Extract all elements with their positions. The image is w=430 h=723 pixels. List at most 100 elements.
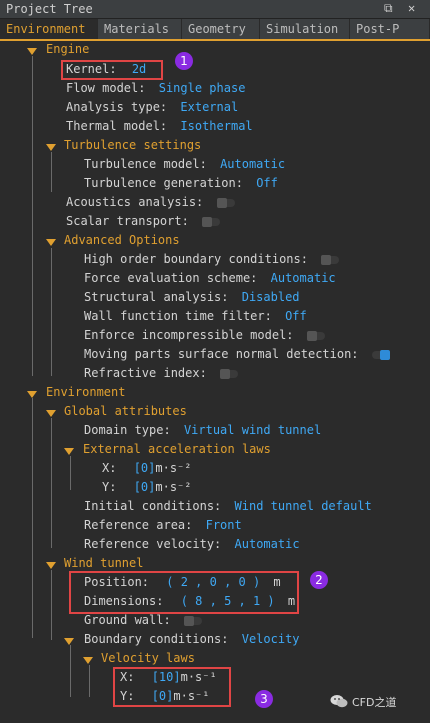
ext-acc-x-unit: m·s⁻² — [155, 461, 192, 475]
turbulence-model-label: Turbulence model: — [84, 157, 207, 171]
moving-parts-label: Moving parts surface normal detection: — [84, 347, 359, 361]
ground-wall-toggle[interactable] — [183, 615, 202, 626]
refractive-toggle[interactable] — [220, 368, 239, 379]
ext-acc-expand-icon[interactable] — [64, 448, 74, 455]
ext-acc-x-label: X: — [102, 461, 117, 475]
tab-materials[interactable]: Materials — [98, 19, 182, 39]
reference-area-row[interactable]: Reference area: Front — [84, 516, 242, 535]
turbulence-generation-label: Turbulence generation: — [84, 176, 243, 190]
turbulence-generation-value[interactable]: Off — [256, 176, 278, 190]
global-attributes-expand-icon[interactable] — [46, 410, 56, 417]
ext-acc-y-label: Y: — [102, 480, 117, 494]
force-eval-label: Force evaluation scheme: — [84, 271, 258, 285]
ext-acc-y-row[interactable]: Y: [0]m·s⁻² — [102, 478, 192, 497]
ext-acc-y-unit: m·s⁻² — [155, 480, 192, 494]
hobc-toggle[interactable] — [321, 254, 340, 265]
velocity-laws-header[interactable]: Velocity laws — [101, 649, 195, 668]
annotation-badge-1: 1 — [175, 52, 193, 70]
domain-type-label: Domain type: — [84, 423, 171, 437]
turbulence-expand-icon[interactable] — [46, 144, 56, 151]
structural-row[interactable]: Structural analysis: Disabled — [84, 288, 300, 307]
domain-type-row[interactable]: Domain type: Virtual wind tunnel — [84, 421, 321, 440]
thermal-model-row[interactable]: Thermal model: Isothermal — [66, 117, 253, 136]
wind-tunnel-expand-icon[interactable] — [46, 562, 56, 569]
flow-model-value[interactable]: Single phase — [159, 81, 246, 95]
thermal-model-value[interactable]: Isothermal — [180, 119, 252, 133]
panel-title: Project Tree — [6, 2, 93, 16]
ext-acc-header[interactable]: External acceleration laws — [83, 440, 271, 459]
boundary-conditions-row[interactable]: Boundary conditions: Velocity — [84, 630, 300, 649]
tab-geometry[interactable]: Geometry — [182, 19, 260, 39]
turbulence-generation-row[interactable]: Turbulence generation: Off — [84, 174, 278, 193]
acoustics-row: Acoustics analysis: — [66, 193, 235, 212]
boundary-conditions-label: Boundary conditions: — [84, 632, 229, 646]
global-attributes-header[interactable]: Global attributes — [64, 402, 187, 421]
hobc-label: High order boundary conditions: — [84, 252, 308, 266]
engine-expand-icon[interactable] — [27, 48, 37, 55]
thermal-model-label: Thermal model: — [66, 119, 168, 133]
turbulence-model-row[interactable]: Turbulence model: Automatic — [84, 155, 285, 174]
hobc-row: High order boundary conditions: — [84, 250, 340, 269]
highlight-box-1 — [61, 60, 163, 80]
initial-conditions-row[interactable]: Initial conditions: Wind tunnel default — [84, 497, 372, 516]
boundary-expand-icon[interactable] — [64, 638, 74, 645]
tab-environment[interactable]: Environment — [0, 19, 98, 39]
refractive-row: Refractive index: — [84, 364, 239, 383]
environment-expand-icon[interactable] — [27, 391, 37, 398]
restore-icon[interactable]: ⧉ — [384, 1, 393, 16]
analysis-type-label: Analysis type: — [66, 100, 168, 114]
wall-filter-label: Wall function time filter: — [84, 309, 272, 323]
scalar-transport-row: Scalar transport: — [66, 212, 221, 231]
advanced-expand-icon[interactable] — [46, 239, 56, 246]
incompressible-label: Enforce incompressible model: — [84, 328, 294, 342]
ext-acc-x-row[interactable]: X: [0]m·s⁻² — [102, 459, 192, 478]
turbulence-header[interactable]: Turbulence settings — [64, 136, 201, 155]
moving-parts-toggle[interactable] — [371, 349, 390, 360]
domain-type-value[interactable]: Virtual wind tunnel — [184, 423, 321, 437]
analysis-type-row[interactable]: Analysis type: External — [66, 98, 238, 117]
close-icon[interactable]: ✕ — [408, 1, 415, 15]
engine-header[interactable]: Engine — [46, 40, 89, 59]
ext-acc-x-value[interactable]: [0] — [134, 461, 156, 475]
reference-velocity-value[interactable]: Automatic — [235, 537, 300, 551]
analysis-type-value[interactable]: External — [180, 100, 238, 114]
moving-parts-row: Moving parts surface normal detection: — [84, 345, 390, 364]
structural-value[interactable]: Disabled — [242, 290, 300, 304]
tab-post-processing[interactable]: Post-P — [350, 19, 430, 39]
panel-titlebar: Project Tree ⧉ ✕ — [0, 0, 430, 19]
highlight-box-3 — [113, 667, 231, 707]
initial-conditions-label: Initial conditions: — [84, 499, 222, 513]
tab-simulation[interactable]: Simulation — [260, 19, 350, 39]
wall-filter-row[interactable]: Wall function time filter: Off — [84, 307, 307, 326]
reference-velocity-label: Reference velocity: — [84, 537, 222, 551]
incompressible-row: Enforce incompressible model: — [84, 326, 325, 345]
scalar-transport-toggle[interactable] — [202, 216, 221, 227]
ext-acc-y-value[interactable]: [0] — [134, 480, 156, 494]
flow-model-label: Flow model: — [66, 81, 146, 95]
annotation-badge-2: 2 — [310, 571, 328, 589]
wechat-icon — [330, 695, 348, 708]
reference-velocity-row[interactable]: Reference velocity: Automatic — [84, 535, 300, 554]
tab-bar: Environment Materials Geometry Simulatio… — [0, 19, 430, 41]
highlight-box-2 — [69, 571, 299, 614]
annotation-badge-3: 3 — [255, 690, 273, 708]
velocity-laws-expand-icon[interactable] — [83, 657, 93, 664]
refractive-label: Refractive index: — [84, 366, 207, 380]
wall-filter-value[interactable]: Off — [285, 309, 307, 323]
flow-model-row[interactable]: Flow model: Single phase — [66, 79, 245, 98]
ground-wall-label: Ground wall: — [84, 613, 171, 627]
reference-area-value[interactable]: Front — [206, 518, 242, 532]
initial-conditions-value[interactable]: Wind tunnel default — [235, 499, 372, 513]
environment-header[interactable]: Environment — [46, 383, 125, 402]
scalar-transport-label: Scalar transport: — [66, 214, 189, 228]
watermark-text: CFD之道 — [352, 696, 397, 709]
acoustics-toggle[interactable] — [216, 197, 235, 208]
force-eval-row[interactable]: Force evaluation scheme: Automatic — [84, 269, 336, 288]
boundary-conditions-value[interactable]: Velocity — [242, 632, 300, 646]
structural-label: Structural analysis: — [84, 290, 229, 304]
acoustics-label: Acoustics analysis: — [66, 195, 204, 209]
incompressible-toggle[interactable] — [306, 330, 325, 341]
advanced-options-header[interactable]: Advanced Options — [64, 231, 180, 250]
force-eval-value[interactable]: Automatic — [271, 271, 336, 285]
turbulence-model-value[interactable]: Automatic — [220, 157, 285, 171]
